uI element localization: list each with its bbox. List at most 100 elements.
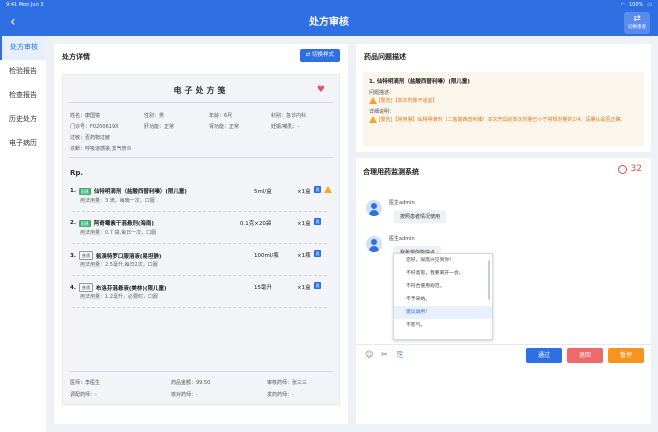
- popup-scrollbar[interactable]: [488, 260, 490, 300]
- drug-quantity: ×1盒: [297, 221, 311, 227]
- checker: 核对药师：-: [171, 392, 198, 398]
- divider: [72, 243, 327, 244]
- drug-usage: 用法用量：2.5毫升,每日2次，口服: [80, 262, 158, 268]
- drug-usage: 用法用量：0.7 袋,每日一次，口服: [80, 230, 157, 236]
- pass-button[interactable]: 通过: [526, 348, 562, 363]
- rp-label: Rp.: [70, 169, 84, 177]
- drug-index: 1.: [70, 188, 76, 194]
- issuer: 发药药师：-: [267, 392, 294, 398]
- timer-value: 32: [630, 164, 642, 174]
- status-date: Mon Jun 3: [18, 1, 44, 8]
- drug-tag: 国基: [78, 187, 91, 195]
- liver-function: 肝功能：正常: [144, 124, 175, 130]
- quick-reply-option[interactable]: 您好，很高兴见到你!: [394, 254, 492, 267]
- drug-item: 3. 普通 氨溴特罗口服溶液(易坦静) 100ml/瓶 ×1瓶 说 用法用量：2…: [70, 249, 334, 281]
- countdown-timer: 32: [617, 164, 642, 174]
- message-sender: 医生admin: [389, 200, 415, 206]
- sidebar-item-prescription-review[interactable]: 处方审核: [0, 36, 46, 60]
- avatar: [366, 236, 382, 252]
- chat-toolbar: ☺ ✂ ⎘ 通过 退回 暂停: [356, 344, 651, 366]
- emoji-icon[interactable]: ☺: [365, 350, 373, 360]
- sidebar-item-medical-record[interactable]: 电子病历: [0, 132, 46, 156]
- page-title: 处方审核: [309, 17, 349, 28]
- switch-patient-button[interactable]: ⇄ 切换患者: [624, 12, 650, 34]
- sidebar-item-history-prescription[interactable]: 历史处方: [0, 108, 46, 132]
- divider: [69, 157, 333, 158]
- drug-index: 3.: [70, 252, 76, 259]
- issue-heading: 1. 仙特明滴剂（盐酸西替利嗪）(限儿童): [369, 79, 470, 85]
- warning-icon: [369, 116, 377, 123]
- drug-quantity: ×1盒: [297, 189, 311, 195]
- switch-patient-icon: ⇄: [633, 14, 641, 24]
- divider: [72, 211, 327, 212]
- drug-quantity: ×1瓶: [297, 253, 311, 259]
- kidney-function: 肾功能：正常: [209, 124, 240, 130]
- reject-button[interactable]: 退回: [567, 348, 603, 363]
- divider: [69, 371, 333, 372]
- drug-spec: 15毫升: [254, 285, 272, 291]
- drug-spec: 100ml/瓶: [254, 253, 279, 259]
- drug-item: 2. 国基 阿奇霉素干混悬剂(海南) 0.1克×20袋 ×1盒 说 用法用量：0…: [70, 217, 334, 249]
- issue-panel: 药品问题描述 1. 仙特明滴剂（盐酸西替利嗪）(限儿童) 问题描述： [警告]【…: [356, 44, 651, 152]
- drug-amount: 药品金额：99.50: [171, 380, 211, 386]
- patient-name: 姓名：康国猿: [70, 113, 101, 119]
- reviewer: 审核药师：张三三: [267, 380, 308, 386]
- status-time: 9:41: [6, 1, 18, 8]
- diagnosis: 诊断：呼吸道感染,支气管炎: [70, 146, 132, 152]
- prescription-panel: 处方详情 ⇄ 切换样式 电子处方笺 ♥ 姓名：康国猿 性别：男 年龄：6月 科别…: [54, 44, 348, 424]
- explain-icon[interactable]: 说: [314, 186, 321, 193]
- sidebar: 处方审核 检验报告 检查报告 历史处方 电子病历: [0, 36, 46, 432]
- issue-panel-title: 药品问题描述: [364, 53, 406, 61]
- message-bubble: 按照患者情况使用: [394, 210, 447, 223]
- header: ‹ 处方审核 ⇄ 切换患者: [0, 9, 658, 36]
- battery-icon: ▭: [647, 1, 652, 8]
- drug-usage: 用法用量：3 滴，每晚一次，口服: [80, 198, 155, 204]
- problem-text: [警告]【单次剂量不适宜】: [378, 98, 438, 104]
- quick-reply-option[interactable]: 不客气。: [394, 319, 492, 332]
- outpatient-number: 门诊号：F0200619X: [70, 124, 119, 130]
- wifi-icon: ◠: [620, 1, 625, 8]
- pregnancy-status: 妊娠/哺乳：-: [271, 124, 300, 130]
- drug-tag: 国基: [78, 219, 91, 227]
- divider: [72, 307, 327, 308]
- quick-reply-option[interactable]: 不符合使用规范。: [394, 280, 492, 293]
- drug-item: 1. 国基 仙特明滴剂（盐酸西替利嗪）(限儿童) 5ml/盒 ×1盒 说 用法用…: [70, 185, 334, 217]
- warning-icon[interactable]: [324, 186, 332, 193]
- prescription-sheet: 电子处方笺 ♥ 姓名：康国猿 性别：男 年龄：6月 科别：急诊内科 门诊号：F0…: [62, 74, 340, 405]
- patient-dept: 科别：急诊内科: [271, 113, 307, 119]
- allergy-info: 过敏：否药物过敏: [70, 135, 111, 141]
- sidebar-item-exam-report[interactable]: 检查报告: [0, 84, 46, 108]
- drug-spec: 5ml/盒: [254, 189, 272, 195]
- pause-button[interactable]: 暂停: [608, 348, 644, 363]
- doctor: 医师：李医生: [70, 380, 101, 386]
- quick-reply-option[interactable]: 不予采纳。: [394, 293, 492, 306]
- drug-index: 4.: [70, 284, 76, 291]
- quick-reply-icon[interactable]: ⎘: [397, 350, 403, 360]
- warning-icon: [369, 97, 377, 104]
- switch-style-button[interactable]: ⇄ 切换样式: [299, 49, 340, 62]
- scissors-icon[interactable]: ✂: [381, 350, 388, 360]
- problem-label: 问题描述：: [369, 90, 395, 96]
- prescription-title: 电子处方笺: [173, 86, 229, 95]
- divider: [72, 275, 327, 276]
- quick-reply-option[interactable]: 不好意思，我要离开一会。: [394, 267, 492, 280]
- drug-item: 4. 普通 布洛芬混悬液(美林)(限儿童) 15毫升 ×1盒 说 用法用量：1.…: [70, 281, 334, 313]
- explain-icon[interactable]: 说: [314, 282, 321, 289]
- drug-tag: 普通: [78, 283, 93, 292]
- sidebar-item-lab-report[interactable]: 检验报告: [0, 60, 46, 84]
- quick-reply-option[interactable]: 建议填用!: [394, 306, 492, 319]
- drug-name: 仙特明滴剂（盐酸西替利嗪）(限儿童): [93, 189, 187, 195]
- heart-icon[interactable]: ♥: [317, 85, 325, 95]
- explain-icon[interactable]: 说: [314, 218, 321, 225]
- dispenser: 调配药师：-: [70, 392, 97, 398]
- patient-age: 年龄：6月: [209, 113, 233, 119]
- detail-label: 详细说明：: [369, 109, 395, 115]
- battery-text: 100%: [628, 1, 644, 8]
- drug-name: 布洛芬混悬液(美林)(限儿童): [95, 285, 167, 292]
- patient-gender: 性别：男: [144, 113, 165, 119]
- drug-name: 氨溴特罗口服溶液(易坦静): [95, 253, 162, 260]
- drug-quantity: ×1盒: [297, 285, 311, 291]
- clock-icon: [617, 164, 627, 174]
- explain-icon[interactable]: 说: [314, 250, 321, 257]
- message-sender: 医生admin: [389, 236, 415, 242]
